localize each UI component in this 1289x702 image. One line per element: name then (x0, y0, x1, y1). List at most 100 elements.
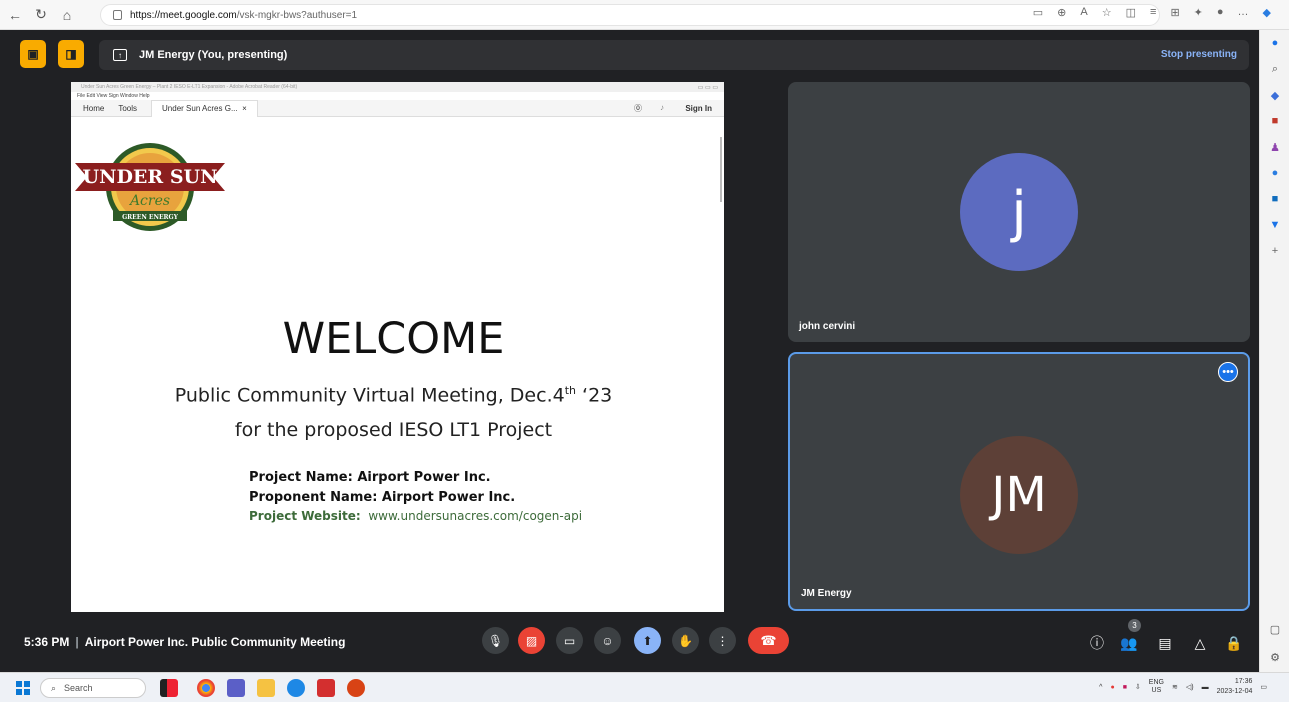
tag-icon[interactable]: ◆ (1260, 82, 1289, 108)
usb-icon[interactable]: ⇩ (1135, 683, 1141, 691)
tray-app-icon[interactable]: ■ (1123, 684, 1127, 691)
project-name: Project Name: Airport Power Inc. (249, 470, 491, 485)
office-icon[interactable]: ● (1260, 160, 1289, 186)
window-title: Under Sun Acres Green Energy – Plant 2 I… (81, 84, 298, 90)
tab-tools: Tools (118, 103, 138, 113)
slide-subtitle2: for the proposed IESO LT1 Project (234, 419, 553, 441)
language-indicator[interactable]: ENG US (1149, 679, 1164, 695)
host-controls-icon[interactable]: 🔒 (1224, 633, 1244, 653)
outlook-icon[interactable]: ■ (1260, 186, 1289, 212)
tray-app-icon[interactable]: ● (1110, 684, 1114, 691)
help-icon: ⓪ (634, 104, 642, 113)
file-explorer-icon[interactable] (257, 679, 275, 697)
home-icon[interactable]: ⌂ (56, 4, 78, 26)
split-screen-icon[interactable]: ◫ (1126, 6, 1136, 19)
language-top: ENG (1148, 679, 1164, 686)
present-button[interactable]: ⬆ (634, 627, 661, 654)
system-tray: ^ ● ■ ⇩ ENG US ≋ ◁) ▬ 17:36 2023-12-04 ▭ (1099, 677, 1267, 697)
lock-icon (113, 10, 122, 20)
chat-icon[interactable]: ▤ (1155, 633, 1175, 653)
window-controls: ▭ ▭ ▭ (697, 85, 718, 91)
more-options-button[interactable]: ⋮ (709, 627, 736, 654)
browser-action-icons: ▭ ⊕ A ☆ ◫ ≡ ⊞ ✦ ● … ◆ (1033, 6, 1271, 19)
meeting-details-icon[interactable]: ⓘ (1087, 633, 1107, 653)
participant-count-badge: 3 (1128, 619, 1141, 632)
clock-time: 17:36 (1234, 678, 1253, 685)
menu-help: Help (139, 93, 150, 99)
windows-start-icon[interactable] (16, 681, 30, 695)
tab-home: Home (83, 103, 105, 113)
games-icon[interactable]: ♟ (1260, 134, 1289, 160)
avatar: JM (960, 436, 1078, 554)
back-icon[interactable]: ← (4, 4, 26, 26)
stop-presenting-button[interactable]: Stop presenting (1161, 49, 1237, 60)
taskbar-search-label: Search (64, 683, 93, 693)
presenter-hide-icon[interactable]: ▣ (20, 40, 46, 68)
meet-stage: ▣ ◨ ↑ JM Energy (You, presenting) Stop p… (0, 30, 1259, 672)
edge-icon[interactable] (287, 679, 305, 697)
more-menu-icon[interactable]: … (1238, 6, 1249, 19)
meeting-time: 5:36 PM (24, 635, 70, 649)
taskbar-search[interactable]: ⌕ Search (40, 678, 146, 698)
acrobat-tabs: Home Tools Under Sun Acres G... × ⓪ ♪ Si… (71, 99, 724, 117)
search-icon: ⌕ (51, 682, 57, 693)
powerpoint-icon[interactable] (347, 679, 365, 697)
notifications-icon[interactable]: ▭ (1260, 683, 1267, 691)
app-available-icon[interactable]: ▭ (1033, 6, 1043, 19)
volume-icon[interactable]: ◁) (1186, 683, 1194, 691)
chevron-up-icon[interactable]: ^ (1099, 684, 1102, 691)
drop-icon[interactable]: ▼ (1260, 212, 1289, 238)
participant-tile-self[interactable]: ••• JM JM Energy (788, 352, 1250, 611)
search-icon[interactable]: ⌕ (1260, 56, 1289, 82)
url-host: https://meet.google.com (130, 9, 237, 21)
favorites-list-icon[interactable]: ≡ (1150, 6, 1156, 19)
tab-document-label: Under Sun Acres G... (162, 104, 238, 113)
favorite-icon[interactable]: ☆ (1102, 6, 1112, 19)
activities-icon[interactable]: △ (1190, 633, 1210, 653)
captions-button[interactable]: ▭ (556, 627, 583, 654)
meeting-info: 5:36 PM | Airport Power Inc. Public Commun… (24, 635, 345, 649)
edge-sidebar: ● ⌕ ◆ ■ ♟ ● ■ ▼ + ▢ ⚙ (1259, 30, 1289, 672)
acrobat-title-bar: Under Sun Acres Green Energy – Plant 2 I… (71, 82, 724, 92)
emoji-button[interactable]: ☺ (594, 627, 621, 654)
briefcase-icon[interactable]: ■ (1260, 108, 1289, 134)
layout-icon[interactable]: ◨ (58, 40, 84, 68)
acrobat-icon[interactable] (317, 679, 335, 697)
address-bar[interactable]: https://meet.google.com/vsk-mgkr-bws?aut… (100, 4, 1160, 26)
browser-toolbar: ← ↻ ⌂ https://meet.google.com/vsk-mgkr-b… (0, 0, 1289, 30)
people-icon[interactable]: 👥 (1119, 633, 1139, 653)
battery-icon[interactable]: ▬ (1202, 684, 1209, 691)
extensions-icon[interactable]: ✦ (1194, 6, 1203, 19)
camera-off-button[interactable]: ▨ (518, 627, 545, 654)
profile-icon[interactable]: ● (1217, 6, 1224, 19)
teams-icon[interactable] (227, 679, 245, 697)
slide-subtitle-text: Public Community Virtual Meeting, Dec.4 (174, 384, 565, 407)
clock[interactable]: 17:36 2023-12-04 (1217, 677, 1253, 697)
menu-view: View (96, 93, 108, 99)
logo-line3: GREEN ENERGY (122, 214, 179, 221)
language-bottom: US (1151, 687, 1162, 694)
bell-icon[interactable]: ● (1260, 30, 1289, 56)
refresh-icon[interactable]: ↻ (30, 4, 52, 26)
raise-hand-button[interactable]: ✋ (672, 627, 699, 654)
presenting-bar: ↑ JM Energy (You, presenting) Stop prese… (99, 40, 1249, 70)
shared-screen: Under Sun Acres Green Energy – Plant 2 I… (71, 82, 724, 612)
chrome-icon[interactable] (197, 679, 215, 697)
more-options-icon[interactable]: ••• (1218, 362, 1238, 382)
leave-call-button[interactable]: ☎ (748, 627, 789, 654)
widgets-icon[interactable] (160, 679, 178, 697)
website-value: www.undersunacres.com/cogen-api (368, 509, 583, 523)
add-icon[interactable]: + (1260, 238, 1289, 264)
wifi-icon[interactable]: ≋ (1172, 683, 1178, 691)
tab-document: Under Sun Acres G... × (151, 99, 258, 117)
settings-icon[interactable]: ⚙ (1260, 644, 1289, 670)
zoom-icon[interactable]: ⊕ (1057, 6, 1066, 19)
collections-icon[interactable]: ⊞ (1170, 6, 1179, 19)
microphone-button[interactable]: 🎙 (482, 627, 509, 654)
read-aloud-icon[interactable]: A (1080, 6, 1087, 19)
sidebar-toggle-icon[interactable]: ▢ (1260, 616, 1289, 642)
bell-icon: ♪ (660, 103, 664, 112)
menu-edit: Edit (86, 93, 96, 99)
copilot-icon[interactable]: ◆ (1263, 6, 1271, 19)
participant-tile[interactable]: j john cervini (788, 82, 1250, 342)
